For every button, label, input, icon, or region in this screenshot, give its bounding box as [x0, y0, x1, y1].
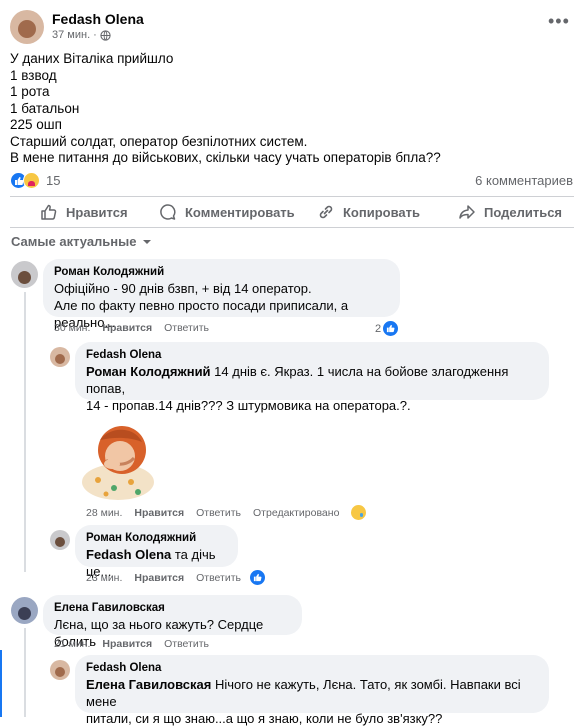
comment-text: Елена Гавиловская Нічого не кажуть, Лєна…	[86, 677, 521, 709]
comment-like-button[interactable]: Нравится	[134, 572, 184, 584]
comment-text: Офіційно - 90 днів бзвп, + від 14 операт…	[54, 281, 312, 296]
post-line: 225 ошп	[10, 117, 62, 132]
comment-text: Роман Колодяжний 14 днів є. Якраз. 1 чис…	[86, 364, 509, 396]
comment-time[interactable]: 21 мин.	[54, 638, 90, 650]
mention-link[interactable]: Елена Гавиловская	[86, 677, 211, 692]
comment-reply-button[interactable]: Ответить	[164, 638, 209, 650]
comment-author[interactable]: Fedash Olena	[86, 661, 538, 676]
comment-text: питали, си я що знаю...а що я знаю, коли…	[86, 711, 443, 726]
author-avatar[interactable]	[10, 10, 44, 44]
comment-button[interactable]: Комментировать	[159, 202, 295, 222]
share-button[interactable]: Поделиться	[458, 202, 562, 222]
like-reaction-icon	[383, 321, 399, 336]
comment-bubble: Fedash Olena Роман Колодяжний 14 днів є.…	[75, 342, 549, 413]
post-line: Старший солдат, оператор безпілотних сис…	[10, 133, 308, 149]
comment-icon	[160, 204, 176, 220]
comments-count[interactable]: 6 комментариев	[475, 173, 573, 188]
divider	[10, 227, 574, 228]
reply-highlight-bar	[0, 650, 2, 717]
comment-reply-button[interactable]: Ответить	[196, 507, 241, 519]
sad-reaction-icon	[351, 505, 367, 520]
post-author[interactable]: Fedash Olena	[52, 11, 144, 27]
commenter-avatar[interactable]	[50, 660, 70, 680]
comment-reply-button[interactable]: Ответить	[164, 322, 209, 334]
comment-filter-dropdown[interactable]: Самые актуальные	[11, 234, 152, 249]
commenter-avatar[interactable]	[50, 530, 70, 550]
edited-label: Отредактировано	[253, 506, 340, 519]
comment-author[interactable]: Роман Колодяжний	[86, 531, 227, 546]
reaction-count: 15	[46, 173, 61, 188]
comment-reactions[interactable]: 2	[375, 321, 399, 336]
comment-bubble: Роман Колодяжний Fedash Olena та дічь це…	[75, 525, 238, 579]
post-line: В мене питання до військових, скільки ча…	[10, 150, 441, 165]
mention-link[interactable]: Роман Колодяжний	[86, 364, 211, 379]
copy-button[interactable]: Копировать	[317, 202, 420, 222]
comment-bubble: Елена Гавиловская Лєна, що за нього кажу…	[43, 595, 302, 649]
divider	[10, 196, 574, 197]
share-icon	[459, 205, 475, 219]
thread-line	[24, 628, 26, 717]
commenter-avatar[interactable]	[11, 261, 38, 288]
globe-icon	[100, 29, 111, 41]
comment-bubble: Fedash Olena Елена Гавиловская Нічого не…	[75, 655, 549, 726]
mention-link[interactable]: Fedash Olena	[86, 547, 171, 562]
comment-time[interactable]: 30 мин.	[54, 322, 90, 334]
comment-reply-button[interactable]: Ответить	[196, 572, 241, 584]
thumbs-up-icon	[41, 204, 57, 220]
link-icon	[319, 205, 333, 219]
comment-like-button[interactable]: Нравится	[102, 322, 152, 334]
comment-like-button[interactable]: Нравится	[102, 638, 152, 650]
post-time[interactable]: 37 мин. ·	[52, 29, 111, 41]
comment-author[interactable]: Елена Гавиловская	[54, 601, 291, 616]
comment-meta: 28 мин. Нравится Ответить Отредактирован…	[86, 505, 367, 520]
like-button[interactable]: Нравится	[40, 202, 128, 222]
comment-author[interactable]: Роман Колодяжний	[54, 265, 389, 280]
like-reaction-icon[interactable]	[250, 570, 265, 585]
comment-meta: 21 мин. Нравится Ответить	[54, 638, 209, 650]
reactions-summary[interactable]: 15	[10, 172, 60, 189]
post-line: У даних Віталіка прийшло	[10, 51, 174, 66]
comment-time[interactable]: 23 мин.	[86, 572, 122, 584]
commenter-avatar[interactable]	[11, 597, 38, 624]
comment-meta: 23 мин. Нравится Ответить	[86, 572, 241, 584]
post-body: У даних Віталіка прийшло 1 взвод 1 рота …	[10, 51, 575, 167]
care-reaction-icon	[23, 172, 40, 189]
ellipsis-icon[interactable]: •••	[548, 12, 570, 30]
comment-like-button[interactable]: Нравится	[134, 507, 184, 519]
post-line: 1 батальон	[10, 100, 80, 116]
chevron-down-icon	[142, 239, 151, 244]
commenter-avatar[interactable]	[50, 347, 70, 367]
post-line: 1 рота	[10, 84, 50, 99]
sticker-image[interactable]	[76, 420, 161, 502]
comment-time[interactable]: 28 мин.	[86, 507, 122, 519]
comment-author[interactable]: Fedash Olena	[86, 348, 538, 363]
thread-line	[24, 292, 26, 572]
comment-bubble: Роман Колодяжний Офіційно - 90 днів бзвп…	[43, 259, 400, 330]
comment-text: 14 - пропав.14 днів??? З штурмовика на о…	[86, 398, 411, 413]
comment-meta: 30 мин. Нравится Ответить	[54, 322, 209, 334]
post-line: 1 взвод	[10, 67, 57, 83]
